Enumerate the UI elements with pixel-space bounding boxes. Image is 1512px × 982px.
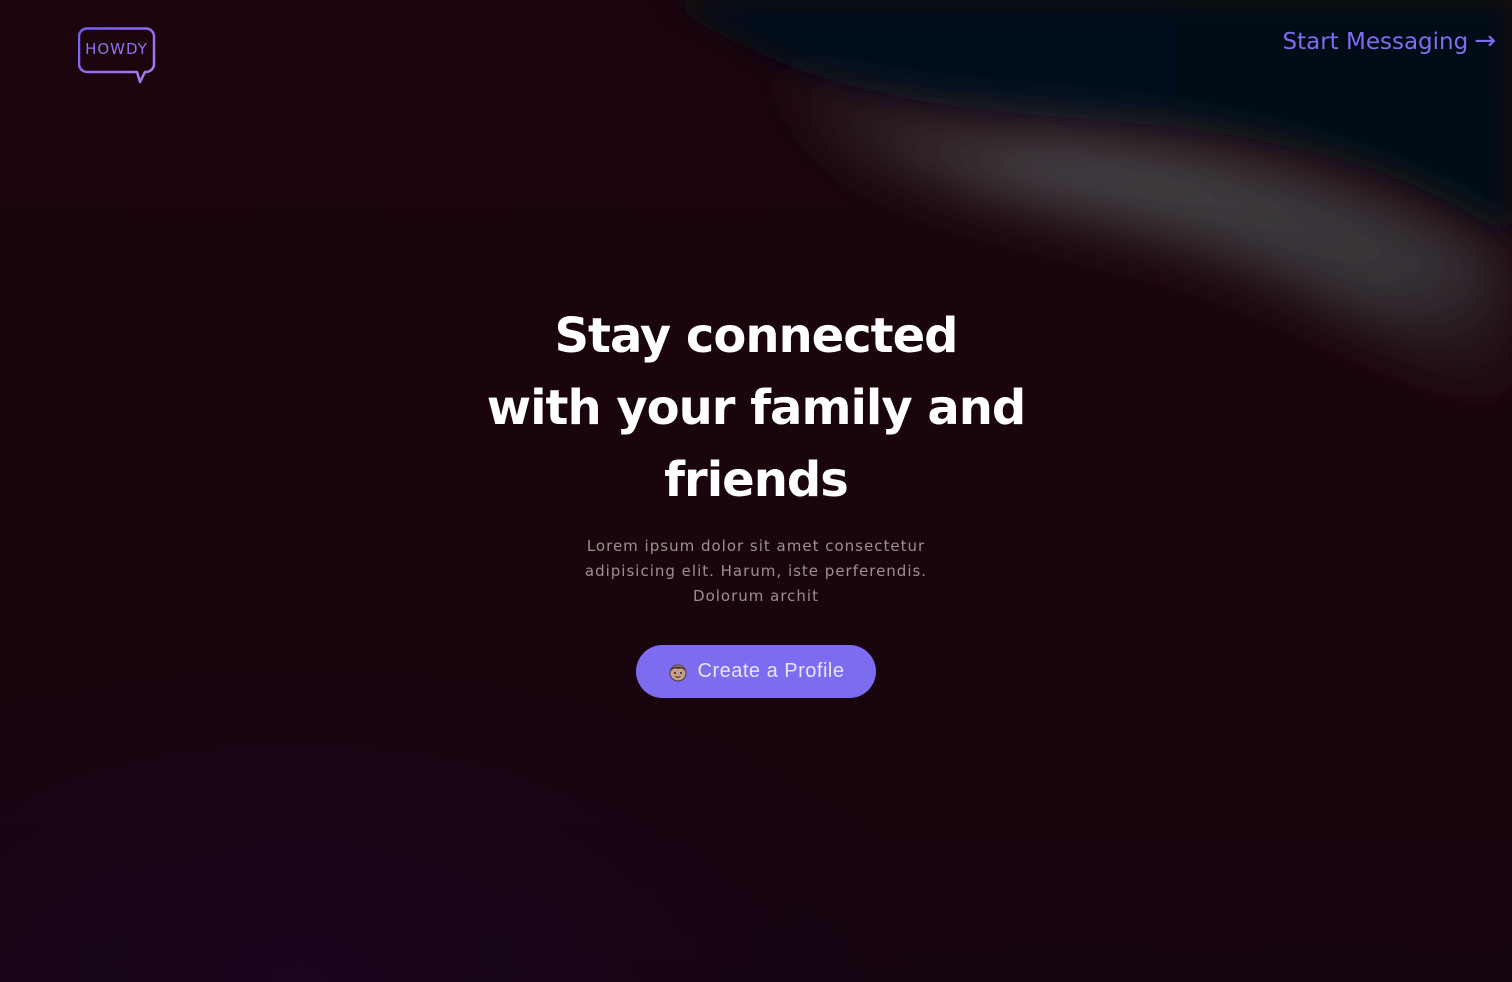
arrow-right-icon: → [1474, 26, 1496, 56]
landing-page: HOWDY Start Messaging → Stay connected wi… [0, 0, 1512, 982]
hero-title-line-3: friends [664, 452, 849, 508]
hero-subtitle: Lorem ipsum dolor sit amet consectetur a… [566, 534, 946, 609]
start-messaging-link[interactable]: Start Messaging → [1282, 26, 1496, 56]
hero-title: Stay connected with your family and frie… [476, 300, 1036, 516]
create-profile-label: Create a Profile [697, 660, 845, 682]
hero-subtitle-line-3: Dolorum archit [693, 587, 819, 605]
person-emoji-icon [669, 664, 687, 681]
start-messaging-label: Start Messaging [1282, 29, 1469, 55]
hero-subtitle-line-2: adipisicing elit. Harum, iste perferendi… [584, 562, 928, 580]
hero-subtitle-line-1: Lorem ipsum dolor sit amet consectetur [586, 537, 926, 555]
howdy-logo[interactable]: HOWDY [77, 27, 156, 85]
hero-section: Stay connected with your family and frie… [0, 300, 1512, 698]
hero-title-line-2: with your family and [486, 380, 1027, 436]
create-profile-button[interactable]: Create a Profile [636, 645, 876, 698]
logo-text: HOWDY [85, 40, 148, 58]
hero-title-line-1: Stay connected [554, 308, 958, 364]
